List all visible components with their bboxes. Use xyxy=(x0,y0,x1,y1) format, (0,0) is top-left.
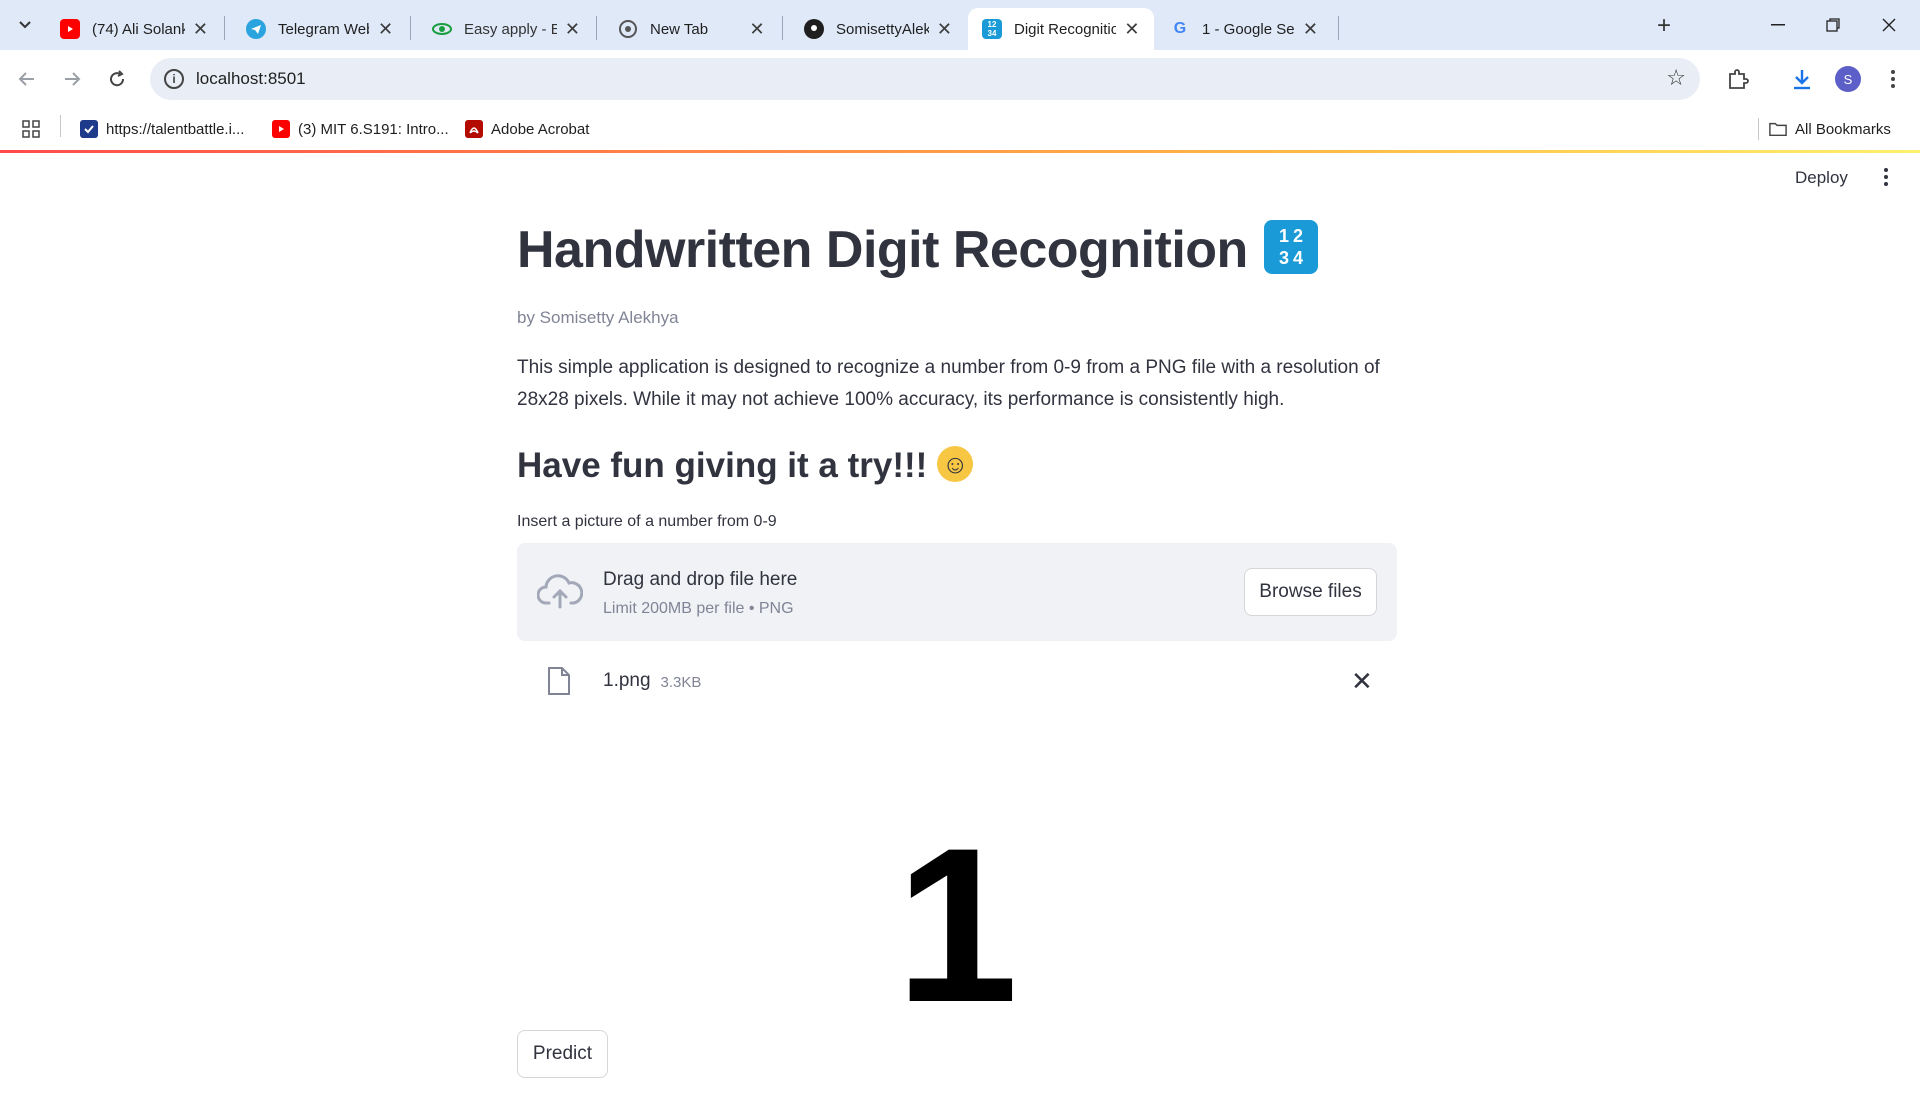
tab-github[interactable]: SomisettyAlekhya · GitHub ✕ xyxy=(790,8,966,50)
address-url: localhost:8501 xyxy=(196,69,306,88)
forward-arrow-icon[interactable] xyxy=(55,62,89,96)
tab-youtube[interactable]: (74) Ali Solanki - YouTube ✕ xyxy=(46,8,222,50)
input-numbers-emoji-icon: 1 23 4 xyxy=(1263,220,1318,275)
tab-divider xyxy=(224,16,225,40)
predict-button[interactable]: Predict xyxy=(517,1030,608,1078)
tab-digit-recognition[interactable]: 1234 Digit Recognition ✕ xyxy=(968,8,1154,50)
reload-icon[interactable] xyxy=(100,62,134,96)
file-uploader-label: Insert a picture of a number from 0-9 xyxy=(517,513,777,530)
telegram-icon xyxy=(246,19,266,39)
site-info-icon[interactable]: i xyxy=(164,69,184,89)
tab-google-search[interactable]: G 1 - Google Search ✕ xyxy=(1156,8,1332,50)
minimize-icon[interactable] xyxy=(1755,8,1801,42)
subheading-text: Have fun giving it a try!!! xyxy=(517,446,928,485)
all-bookmarks-label: All Bookmarks xyxy=(1795,120,1891,138)
tab-close-icon[interactable]: ✕ xyxy=(748,19,766,40)
folder-icon xyxy=(1769,120,1787,138)
tab-title: 1 - Google Search xyxy=(1202,20,1295,38)
remove-file-close-icon[interactable]: ✕ xyxy=(1351,666,1373,697)
bookmarks-divider xyxy=(60,115,61,137)
file-icon xyxy=(548,667,570,695)
bookmark-label: https://talentbattle.i... xyxy=(106,120,245,138)
github-icon xyxy=(804,19,824,39)
dropzone-limit: Limit 200MB per file • PNG xyxy=(603,600,794,617)
browser-tabstrip: (74) Ali Solanki - YouTube ✕ Telegram We… xyxy=(0,0,1920,50)
bookmarks-bar: https://talentbattle.i... (3) MIT 6.S191… xyxy=(0,108,1920,150)
tab-title: Digit Recognition xyxy=(1014,20,1116,38)
app-description: This simple application is designed to r… xyxy=(517,357,1380,410)
subheading: Have fun giving it a try!!! ☺ xyxy=(517,445,974,486)
app-menu-icon[interactable] xyxy=(1884,168,1888,189)
uploaded-file-name: 1.png xyxy=(603,670,651,691)
tab-title: Easy apply - Early Talent xyxy=(464,20,557,38)
bookmark-label: (3) MIT 6.S191: Intro... xyxy=(298,120,449,138)
new-tab-plus-icon[interactable]: + xyxy=(1650,12,1678,40)
tab-title: Telegram Web xyxy=(278,20,370,38)
eye-icon xyxy=(432,19,452,39)
tab-telegram[interactable]: Telegram Web ✕ xyxy=(232,8,408,50)
bookmark-talentbattle[interactable]: https://talentbattle.i... xyxy=(80,118,244,140)
dropzone-instructions: Drag and drop file here xyxy=(603,569,798,590)
bookmark-star-icon[interactable]: ☆ xyxy=(1666,65,1686,91)
all-bookmarks[interactable]: All Bookmarks xyxy=(1758,118,1891,140)
extensions-puzzle-icon[interactable] xyxy=(1723,64,1753,94)
author-byline: by Somisetty Alekhya xyxy=(517,308,679,327)
streamlit-header-decoration xyxy=(0,150,1920,153)
bookmark-acrobat[interactable]: Adobe Acrobat xyxy=(465,118,589,140)
page-title-text: Handwritten Digit Recognition xyxy=(517,221,1248,279)
digit-image-glyph: 1 xyxy=(895,802,1019,1048)
uploaded-file-row: 1.png 3.3KB ✕ xyxy=(517,658,1397,706)
tab-close-icon[interactable]: ✕ xyxy=(1124,19,1140,40)
page-title: Handwritten Digit Recognition 1 23 4 xyxy=(517,220,1318,280)
tab-close-icon[interactable]: ✕ xyxy=(193,19,208,40)
tab-close-icon[interactable]: ✕ xyxy=(937,19,952,40)
deploy-button[interactable]: Deploy xyxy=(1795,168,1848,188)
chrome-icon xyxy=(618,19,638,39)
browser-toolbar: i localhost:8501 ☆ S xyxy=(0,50,1920,108)
tab-title: New Tab xyxy=(650,20,709,38)
uploaded-file-size: 3.3KB xyxy=(660,674,702,691)
apps-grid-icon[interactable] xyxy=(22,118,40,140)
tab-easy-apply[interactable]: Easy apply - Early Talent ✕ xyxy=(418,8,594,50)
uploaded-digit-image: 1 xyxy=(817,750,1097,1100)
youtube-icon xyxy=(272,120,290,138)
tab-close-icon[interactable]: ✕ xyxy=(1303,19,1318,40)
cloud-upload-icon xyxy=(537,574,583,609)
smiling-face-emoji-icon: ☺ xyxy=(937,445,974,482)
address-bar[interactable]: i localhost:8501 ☆ xyxy=(150,58,1700,100)
talentbattle-icon xyxy=(80,120,98,138)
tab-search-chevron-icon[interactable] xyxy=(10,10,40,40)
tab-new-tab[interactable]: New Tab ✕ xyxy=(604,8,780,50)
tab-divider xyxy=(410,16,411,40)
browse-files-button[interactable]: Browse files xyxy=(1244,568,1377,616)
acrobat-icon xyxy=(465,120,483,138)
tab-divider xyxy=(1338,16,1339,40)
profile-avatar[interactable]: S xyxy=(1835,66,1861,92)
tab-title: (74) Ali Solanki - YouTube xyxy=(92,20,185,38)
restore-icon[interactable] xyxy=(1810,8,1856,42)
digits-1234-icon: 12 34 xyxy=(982,19,1002,39)
tab-close-icon[interactable]: ✕ xyxy=(565,19,580,40)
bookmark-mit[interactable]: (3) MIT 6.S191: Intro... xyxy=(272,118,449,140)
browser-menu-icon[interactable] xyxy=(1878,64,1908,94)
google-icon: G xyxy=(1173,20,1187,37)
tab-divider xyxy=(782,16,783,40)
bookmark-label: Adobe Acrobat xyxy=(491,120,590,138)
tab-title: SomisettyAlekhya · GitHub xyxy=(836,20,929,38)
download-icon[interactable] xyxy=(1787,64,1817,94)
youtube-icon xyxy=(60,19,80,39)
back-arrow-icon[interactable] xyxy=(10,62,44,96)
tab-close-icon[interactable]: ✕ xyxy=(377,19,394,40)
file-dropzone[interactable]: Drag and drop file here Limit 200MB per … xyxy=(517,543,1397,641)
window-close-icon[interactable] xyxy=(1866,8,1912,42)
tab-divider xyxy=(596,16,597,40)
